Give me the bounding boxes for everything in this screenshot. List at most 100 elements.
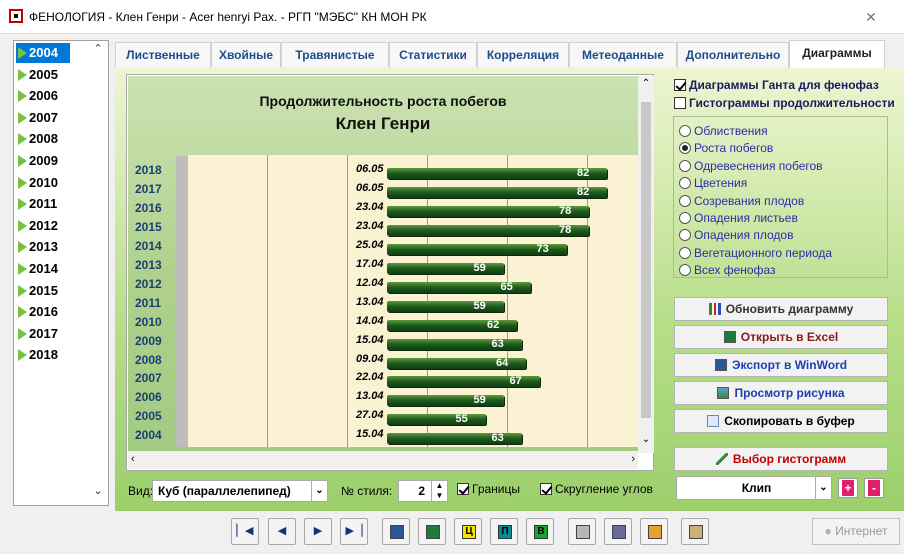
copy-buffer-button[interactable]: Скопировать в буфер [674,409,888,433]
last-record-button[interactable]: ▶▕ [340,518,368,545]
radio-option[interactable]: Цветения [679,176,747,190]
bar-value-label: 67 [509,375,522,388]
tab-8[interactable]: Диаграммы [789,40,885,68]
year-item-2017[interactable]: 2017 [16,324,94,344]
start-date-label: 23.04 [356,200,384,213]
vertical-scrollbar[interactable]: ⌃ ⌄ [638,76,654,453]
scroll-down-icon[interactable]: ⌄ [91,484,105,498]
open-excel-button[interactable]: Открыть в Excel [674,325,888,349]
close-button[interactable]: ✕ [848,7,894,27]
app-icon[interactable] [9,9,23,23]
word-doc-button[interactable] [382,518,410,545]
scroll-thumb[interactable] [641,102,651,418]
save-button[interactable] [568,518,596,545]
radio-icon[interactable] [679,177,691,190]
view-select[interactable]: Куб (параллелепипед) ⌄ [152,480,328,502]
folder-button[interactable] [681,518,709,545]
tab-1[interactable]: Лиственные [115,42,211,67]
next-record-button[interactable]: ▶ [304,518,332,545]
phase-p-button[interactable]: П [490,518,518,545]
rounding-check-icon[interactable] [540,483,552,495]
rounding-checkbox[interactable]: Скругление углов [540,482,653,496]
scroll-left-arrow[interactable]: ‹ [131,453,135,465]
radio-option[interactable]: Всех фенофаз [679,263,776,277]
year-item-2013[interactable]: 2013 [16,237,94,257]
radio-option[interactable]: Вегетационного периода [679,246,832,260]
radio-label: Опадения листьев [694,211,798,225]
borders-check-icon[interactable] [457,483,469,495]
year-label: 2009 [29,153,58,168]
radio-option[interactable]: Роста побегов [679,141,773,155]
year-item-2012[interactable]: 2012 [16,216,94,236]
scroll-right-arrow[interactable]: › [631,453,635,465]
tab-6[interactable]: Метеоданные [569,42,677,67]
tab-5[interactable]: Корреляция [477,42,569,67]
phase-c-button[interactable]: Ц [454,518,482,545]
export-word-button[interactable]: Экспорт в WinWord [674,353,888,377]
tab-4[interactable]: Статистики [389,42,477,67]
remove-clip-button[interactable]: - [864,478,884,498]
scroll-up-icon[interactable]: ⌃ [91,42,105,56]
radio-option[interactable]: Одревеснения побегов [679,159,823,173]
gantt-checkbox[interactable]: Диаграммы Ганта для фенофаз [674,78,879,92]
year-label: 2016 [29,304,58,320]
skip-last-icon: ▶▕ [345,525,363,537]
checkbox-empty-icon[interactable] [674,97,686,109]
radio-option[interactable]: Опадения листьев [679,211,798,225]
year-item-2014[interactable]: 2014 [16,259,94,279]
refresh-diagram-button[interactable]: Обновить диаграмму [674,297,888,321]
tab-7[interactable]: Дополнительно [677,42,789,67]
radio-option[interactable]: Созревания плодов [679,194,804,208]
view-picture-button[interactable]: Просмотр рисунка [674,381,888,405]
year-item-2007[interactable]: 2007 [16,108,94,128]
borders-checkbox[interactable]: Границы [457,482,520,496]
year-item-2004[interactable]: 2004 [16,43,70,63]
tab-3[interactable]: Травянистые [281,42,389,67]
radio-option[interactable]: Опадения плодов [679,228,793,242]
previous-record-button[interactable]: ◀ [268,518,296,545]
checkbox-mark-icon[interactable] [674,79,686,91]
arrow-right-icon [18,47,27,59]
tab-2[interactable]: Хвойные [211,42,281,67]
year-list[interactable]: 2004 2005 2006 2007 2008 2009 2010 2011 2012 2013… [13,40,109,506]
excel-doc-button[interactable] [418,518,446,545]
year-item-2011[interactable]: 2011 [16,194,94,214]
radio-icon[interactable] [679,229,691,242]
radio-icon[interactable] [679,246,691,259]
scroll-down-arrow[interactable]: ⌄ [638,434,654,445]
spinner-arrows-icon[interactable]: ▲ ▼ [431,481,447,501]
year-item-2005[interactable]: 2005 [16,65,94,85]
radio-icon[interactable] [679,142,691,155]
radio-icon[interactable] [679,264,691,277]
radio-option[interactable]: Облиствения [679,124,768,138]
view-label: Просмотр рисунка [734,386,845,400]
edit-button[interactable] [604,518,632,545]
year-item-2006[interactable]: 2006 [16,86,94,106]
y-tick-label: 2009 [135,333,162,348]
hist-checkbox[interactable]: Гистограммы продолжительности [674,96,895,110]
first-record-button[interactable]: ▏◀ [231,518,259,545]
clip-select[interactable]: Клип ⌄ [676,476,832,500]
year-item-2009[interactable]: 2009 [16,151,94,171]
radio-icon[interactable] [679,212,691,224]
radio-icon[interactable] [679,125,691,137]
add-clip-button[interactable]: + [838,478,858,498]
globe-icon: ● [824,524,832,538]
year-item-2015[interactable]: 2015 [16,281,94,301]
bar [386,186,607,198]
phase-v-button[interactable]: В [526,518,554,545]
radio-icon[interactable] [679,159,691,172]
select-hist-button[interactable]: Выбор гистограмм [674,447,888,471]
radio-icon[interactable] [679,194,691,207]
scroll-up-arrow[interactable]: ⌃ [638,78,654,89]
year-item-2016[interactable]: 2016 [16,302,94,322]
chevron-down-icon[interactable]: ⌄ [815,477,831,499]
year-item-2008[interactable]: 2008 [16,129,94,149]
year-item-2018[interactable]: 2018 [16,345,94,365]
bar-value-label: 63 [491,432,504,445]
year-item-2010[interactable]: 2010 [16,173,94,193]
chevron-down-icon[interactable]: ⌄ [311,481,327,501]
style-spinner[interactable]: 2 ▲ ▼ [398,480,448,502]
horizontal-scrollbar[interactable]: ‹ › [128,451,638,469]
profile-button[interactable] [640,518,668,545]
